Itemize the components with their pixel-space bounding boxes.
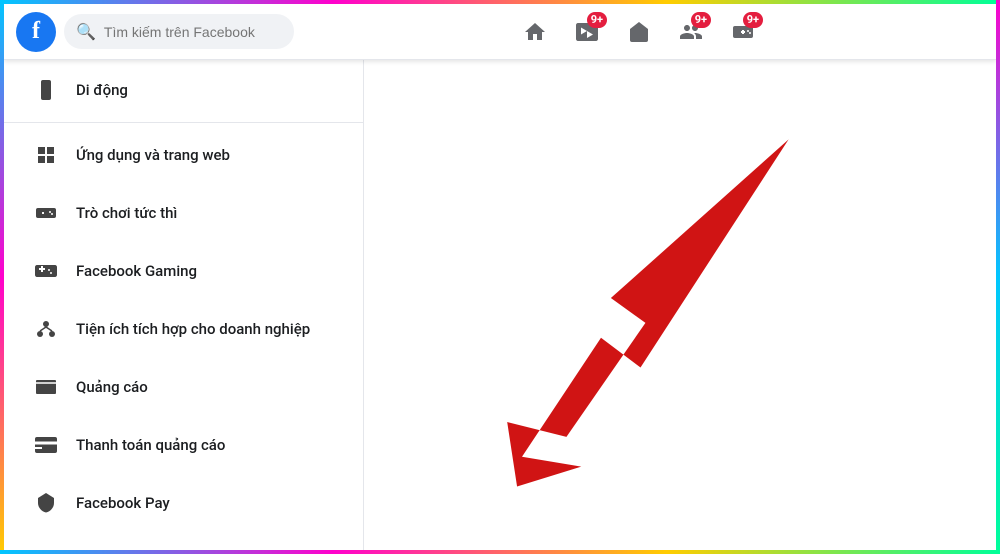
sidebar-item-tro-choi-label: Trò chơi tức thì — [76, 204, 177, 222]
main-layout: Di động Ứng dụng và trang web Trò chơi t… — [4, 60, 996, 550]
main-content — [364, 60, 996, 550]
navbar-center: 9+ 9+ 9+ — [294, 8, 984, 56]
navbar: f 🔍 9+ — [4, 4, 996, 60]
sidebar: Di động Ứng dụng và trang web Trò chơi t… — [4, 60, 364, 550]
nav-marketplace-button[interactable] — [615, 8, 663, 56]
groups-badge: 9+ — [691, 12, 711, 28]
tien-ich-icon — [28, 311, 64, 347]
marketplace-icon — [627, 20, 651, 44]
sidebar-item-hop-thu[interactable]: Hộp thư hỗ trợ — [12, 533, 355, 550]
sidebar-item-tien-ich-label: Tiện ích tích hợp cho doanh nghiệp — [76, 320, 310, 338]
nav-video-button[interactable]: 9+ — [563, 8, 611, 56]
sidebar-item-ung-dung[interactable]: Ứng dụng và trang web — [12, 127, 355, 183]
facebook-pay-icon — [28, 485, 64, 521]
sidebar-item-quang-cao-label: Quảng cáo — [76, 378, 148, 396]
sidebar-item-ung-dung-label: Ứng dụng và trang web — [76, 146, 230, 164]
nav-home-button[interactable] — [511, 8, 559, 56]
sidebar-item-facebook-pay-label: Facebook Pay — [76, 494, 170, 512]
sidebar-item-facebook-gaming[interactable]: Facebook Gaming — [12, 243, 355, 299]
sidebar-item-di-dong[interactable]: Di động — [12, 62, 355, 118]
sidebar-item-tien-ich[interactable]: Tiện ích tích hợp cho doanh nghiệp — [12, 301, 355, 357]
thanh-toan-icon — [28, 427, 64, 463]
sidebar-item-facebook-pay[interactable]: Facebook Pay — [12, 475, 355, 531]
hop-thu-icon — [28, 543, 64, 550]
quang-cao-icon — [28, 369, 64, 405]
divider-1 — [4, 122, 363, 123]
sidebar-item-thanh-toan[interactable]: Thanh toán quảng cáo — [12, 417, 355, 473]
facebook-logo[interactable]: f — [16, 12, 56, 52]
facebook-gaming-icon — [28, 253, 64, 289]
nav-groups-button[interactable]: 9+ — [667, 8, 715, 56]
sidebar-item-di-dong-label: Di động — [76, 81, 128, 99]
search-box[interactable]: 🔍 — [64, 14, 294, 49]
sidebar-item-tro-choi[interactable]: Trò chơi tức thì — [12, 185, 355, 241]
search-input[interactable] — [104, 24, 282, 40]
tro-choi-icon — [28, 195, 64, 231]
di-dong-icon — [28, 72, 64, 108]
nav-gaming-button[interactable]: 9+ — [719, 8, 767, 56]
search-icon: 🔍 — [76, 22, 96, 41]
red-arrow-indicator — [364, 60, 996, 550]
ung-dung-icon — [28, 137, 64, 173]
navbar-left: f 🔍 — [16, 12, 294, 52]
video-badge: 9+ — [587, 12, 607, 28]
sidebar-item-facebook-gaming-label: Facebook Gaming — [76, 262, 197, 280]
sidebar-item-quang-cao[interactable]: Quảng cáo — [12, 359, 355, 415]
sidebar-item-thanh-toan-label: Thanh toán quảng cáo — [76, 436, 225, 454]
gaming-badge: 9+ — [743, 12, 763, 28]
home-icon — [523, 20, 547, 44]
